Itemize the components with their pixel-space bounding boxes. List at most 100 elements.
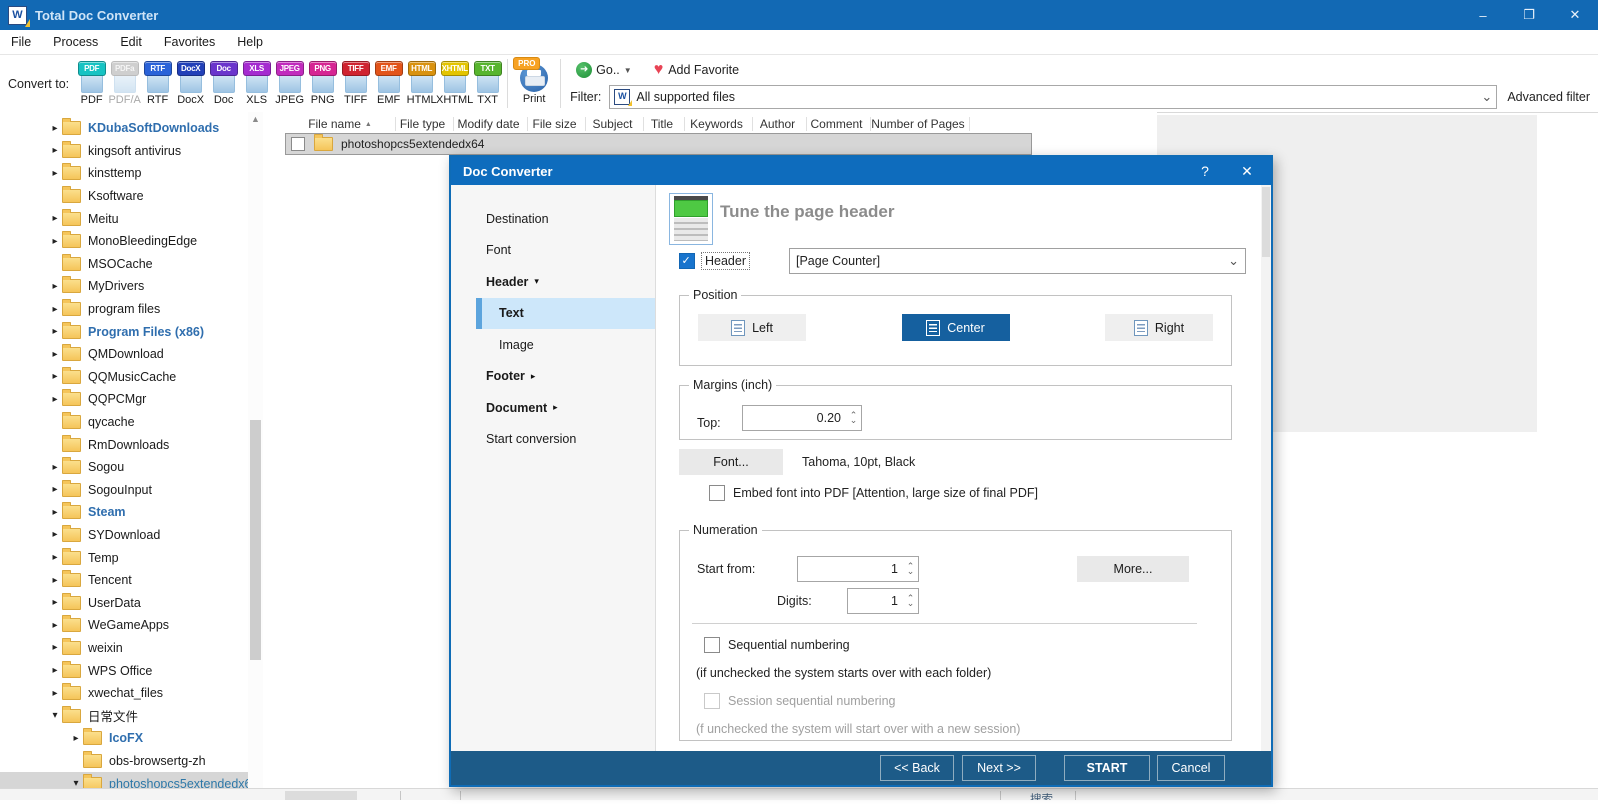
tree-item[interactable]: qycache	[0, 411, 248, 434]
expand-arrow-icon[interactable]: ▸	[48, 371, 62, 382]
cancel-button[interactable]: Cancel	[1157, 755, 1225, 781]
tree-item[interactable]: ▸ MyDrivers	[0, 275, 248, 298]
expand-arrow-icon[interactable]: ▸	[48, 597, 62, 608]
expand-arrow-icon[interactable]: ▸	[48, 484, 62, 495]
tree-item[interactable]: ▸ Tencent	[0, 569, 248, 592]
tree-item[interactable]: ▸ QQMusicCache	[0, 366, 248, 389]
tree-item[interactable]: ▸ Program Files (x86)	[0, 320, 248, 343]
more-button[interactable]: More...	[1077, 556, 1189, 582]
expand-arrow-icon[interactable]: ▸	[48, 213, 62, 224]
expand-arrow-icon[interactable]: ▸	[48, 552, 62, 563]
column-header[interactable]: Comment	[807, 117, 871, 131]
menu-item[interactable]: Help	[226, 35, 274, 49]
spin-down-icon[interactable]: ⌄	[850, 418, 858, 424]
close-button[interactable]: ✕	[1552, 0, 1598, 30]
column-header[interactable]: Number of Pages	[871, 117, 970, 131]
menu-item[interactable]: Favorites	[153, 35, 226, 49]
expand-arrow-icon[interactable]: ▸	[48, 123, 62, 134]
dialog-nav-item[interactable]: Footer ▸	[451, 361, 655, 393]
tree-item[interactable]: ▸ WeGameApps	[0, 614, 248, 637]
back-button[interactable]: << Back	[880, 755, 954, 781]
tree-item[interactable]: ▸ KDubaSoftDownloads	[0, 117, 248, 140]
tree-item[interactable]: ▸ program files	[0, 298, 248, 321]
expand-arrow-icon[interactable]: ▸	[48, 236, 62, 247]
scrollbar-thumb[interactable]	[1262, 187, 1270, 257]
expand-arrow-icon[interactable]: ▸	[48, 145, 62, 156]
menu-item[interactable]: Edit	[109, 35, 153, 49]
format-button[interactable]: PDFa PDF/A	[108, 61, 141, 106]
expand-arrow-icon[interactable]: ▸	[48, 168, 62, 179]
filter-dropdown[interactable]: W All supported files ⌄	[609, 85, 1497, 109]
print-button[interactable]: PRO Print	[511, 61, 557, 105]
tree-item[interactable]: obs-browsertg-zh	[0, 750, 248, 773]
expand-arrow-icon[interactable]: ▸	[69, 733, 83, 744]
dialog-nav-item[interactable]: Start conversion	[451, 424, 655, 456]
digits-spinner[interactable]: 1 ⌃⌄	[847, 588, 919, 614]
dialog-nav-item[interactable]: Destination	[451, 203, 655, 235]
tree-item[interactable]: ▸ weixin	[0, 637, 248, 660]
format-button[interactable]: HTML HTML	[405, 61, 438, 106]
expand-arrow-icon[interactable]: ▸	[48, 462, 62, 473]
spin-down-icon[interactable]: ⌄	[907, 569, 915, 575]
format-button[interactable]: TXT TXT	[471, 61, 504, 106]
menu-item[interactable]: File	[0, 35, 42, 49]
column-header[interactable]: Modify date	[454, 117, 528, 131]
tree-item[interactable]: RmDownloads	[0, 433, 248, 456]
font-button[interactable]: Font...	[679, 449, 783, 475]
format-button[interactable]: RTF RTF	[141, 61, 174, 106]
expand-arrow-icon[interactable]: ▸	[48, 529, 62, 540]
dialog-nav-item[interactable]: Header ▾	[451, 266, 655, 298]
tree-item[interactable]: ▸ Steam	[0, 501, 248, 524]
tree-item[interactable]: ▸ Temp	[0, 546, 248, 569]
format-button[interactable]: EMF EMF	[372, 61, 405, 106]
maximize-button[interactable]: ❐	[1506, 0, 1552, 30]
tree-item[interactable]: ▸ Meitu	[0, 207, 248, 230]
help-icon[interactable]: ?	[1185, 163, 1225, 179]
position-button[interactable]: Right	[1105, 314, 1213, 341]
tree-item[interactable]: ▸ UserData	[0, 591, 248, 614]
tree-item[interactable]: ▸ QMDownload	[0, 343, 248, 366]
dialog-scrollbar[interactable]	[1261, 185, 1271, 751]
expand-arrow-icon[interactable]: ▸	[48, 688, 62, 699]
go-dropdown-caret[interactable]: ▼	[624, 66, 632, 75]
minimize-button[interactable]: –	[1460, 0, 1506, 30]
scrollbar-thumb[interactable]	[250, 420, 261, 660]
expand-arrow-icon[interactable]: ▸	[48, 575, 62, 586]
tree-item[interactable]: Ksoftware	[0, 185, 248, 208]
expand-arrow-icon[interactable]: ▸	[48, 281, 62, 292]
format-button[interactable]: TIFF TIFF	[339, 61, 372, 106]
column-header[interactable]: Keywords	[685, 117, 753, 131]
column-header[interactable]: File size	[528, 117, 586, 131]
expand-arrow-icon[interactable]: ▸	[48, 394, 62, 405]
scroll-up-icon[interactable]: ▲	[248, 112, 263, 126]
expand-arrow-icon[interactable]: ▸	[48, 620, 62, 631]
dialog-nav-item[interactable]: Text	[476, 298, 655, 330]
expand-arrow-icon[interactable]: ▾	[48, 710, 62, 721]
tree-item[interactable]: ▸ kinsttemp	[0, 162, 248, 185]
file-row[interactable]: photoshopcs5extendedx64	[285, 133, 1032, 155]
dialog-nav-item[interactable]: Image	[451, 329, 655, 361]
dialog-close-icon[interactable]: ✕	[1225, 163, 1269, 180]
expand-arrow-icon[interactable]: ▸	[48, 665, 62, 676]
tree-item[interactable]: ▾ 日常文件	[0, 704, 248, 727]
header-value-dropdown[interactable]: [Page Counter] ⌄	[789, 248, 1246, 274]
position-button[interactable]: Left	[698, 314, 806, 341]
advanced-filter-link[interactable]: Advanced filter	[1507, 90, 1590, 104]
header-checkbox[interactable]	[679, 253, 695, 269]
row-checkbox[interactable]	[291, 137, 305, 151]
dialog-nav-item[interactable]: Document ▸	[451, 392, 655, 424]
column-header[interactable]: Subject	[586, 117, 644, 131]
tree-item[interactable]: ▸ IcoFX	[0, 727, 248, 750]
format-button[interactable]: JPEG JPEG	[273, 61, 306, 106]
dialog-nav-item[interactable]: Font	[451, 235, 655, 267]
next-button[interactable]: Next >>	[962, 755, 1036, 781]
tree-item[interactable]: ▸ SYDownload	[0, 524, 248, 547]
tree-item[interactable]: MSOCache	[0, 253, 248, 276]
start-from-spinner[interactable]: 1 ⌃⌄	[797, 556, 919, 582]
format-button[interactable]: PDF PDF	[75, 61, 108, 106]
spin-down-icon[interactable]: ⌄	[907, 601, 915, 607]
tree-item[interactable]: ▸ SogouInput	[0, 479, 248, 502]
tree-item[interactable]: ▸ WPS Office	[0, 659, 248, 682]
tree-item[interactable]: ▸ xwechat_files	[0, 682, 248, 705]
menu-item[interactable]: Process	[42, 35, 109, 49]
